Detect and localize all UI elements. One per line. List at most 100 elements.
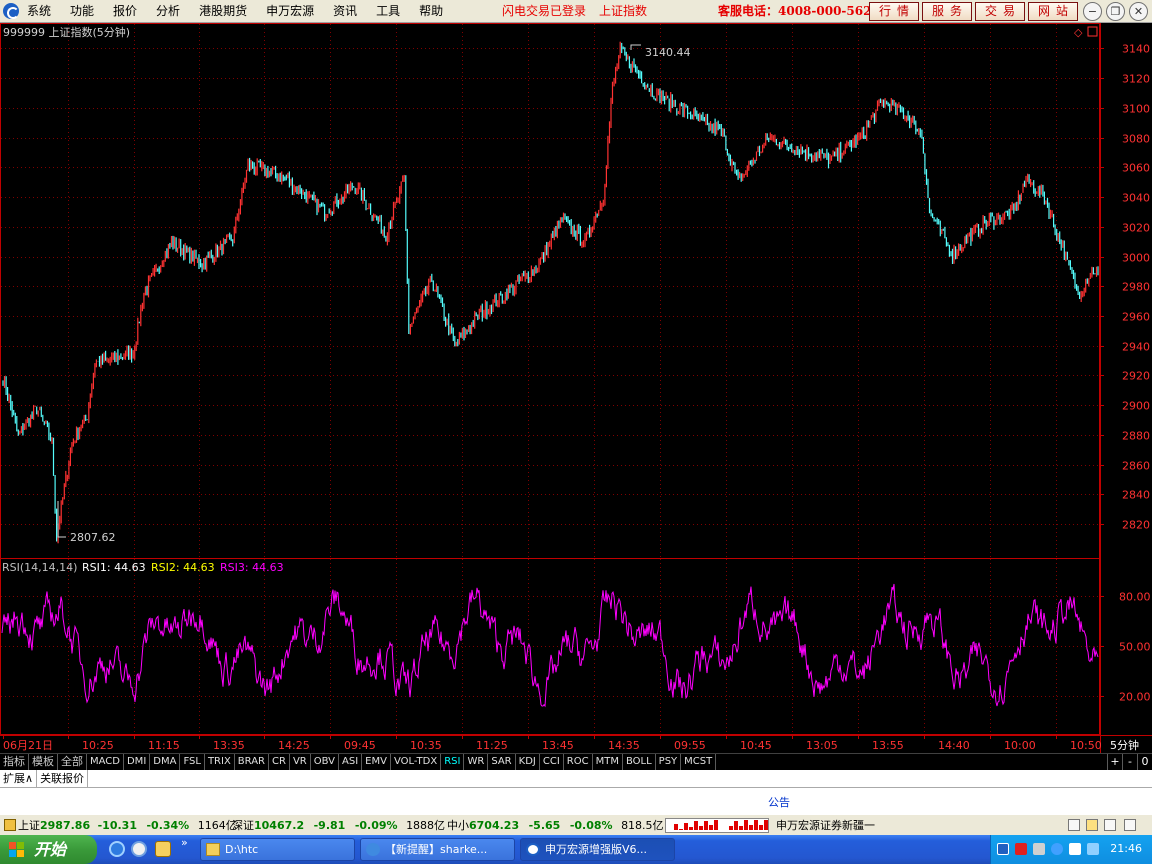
quick-buttons: 行情 服务 交易 网站 [869, 2, 1081, 21]
menu-functions[interactable]: 功能 [70, 3, 94, 19]
tray-shield-icon[interactable] [1051, 843, 1063, 855]
current-index-label: 上证指数 [599, 4, 648, 18]
tab-rsi[interactable]: RSI [441, 754, 465, 770]
window-icon[interactable] [1068, 819, 1080, 831]
tab-mtm[interactable]: MTM [593, 754, 623, 770]
menu-news[interactable]: 资讯 [333, 3, 357, 19]
tray-app-icon[interactable] [1015, 843, 1027, 855]
tab-fsl[interactable]: FSL [180, 754, 205, 770]
tray-wifi-icon[interactable] [1087, 843, 1099, 855]
chart-menu-icon[interactable]: ◇ [1074, 26, 1083, 39]
task-folder-label: D:\htc [225, 843, 259, 856]
tab-macd[interactable]: MACD [87, 754, 124, 770]
menu-tools[interactable]: 工具 [376, 3, 400, 19]
sh-index-quote[interactable]: 上证2987.86 -10.31 -0.34% 1164亿 [18, 818, 237, 833]
task-browser[interactable]: 【新提醒】sharke... [360, 838, 515, 861]
menu-quotes[interactable]: 报价 [113, 3, 137, 19]
chart-maximize-icon[interactable] [1087, 26, 1098, 37]
rsi-line [1, 583, 1099, 708]
menu-bar: 系统 功能 报价 分析 港股期货 申万宏源 资讯 工具 帮助 闪电交易已登录 上… [0, 0, 1152, 23]
signal-icon[interactable] [1086, 819, 1098, 831]
app-shortcut-icon[interactable] [155, 841, 171, 857]
tab-asi[interactable]: ASI [339, 754, 363, 770]
price-tick-label: 3120 [1122, 73, 1150, 86]
menu-help[interactable]: 帮助 [419, 3, 443, 19]
start-button[interactable]: 开始 [0, 835, 97, 864]
menu-broker[interactable]: 申万宏源 [266, 3, 314, 19]
menu-hk-futures[interactable]: 港股期货 [199, 3, 247, 19]
trade-button[interactable]: 交易 [975, 2, 1025, 21]
market-button[interactable]: 行情 [869, 2, 919, 21]
zoom-out-button[interactable]: - [1122, 754, 1137, 770]
tab-mcst[interactable]: MCST [681, 754, 717, 770]
broker-server-label[interactable]: 申万宏源证券新疆一 [776, 818, 875, 833]
app-logo-icon[interactable] [3, 3, 19, 19]
browser-icon[interactable] [131, 841, 147, 857]
tab-emv[interactable]: EMV [362, 754, 391, 770]
ie-icon[interactable] [109, 841, 125, 857]
tab--[interactable]: 模板 [29, 754, 58, 770]
price-tick-label: 3000 [1122, 252, 1150, 265]
low-marker: 2807.62 [57, 501, 116, 544]
kline-chart[interactable]: 2820 2840 2860 2880 2900 2920 2940 2960 2980 3000… [0, 23, 1152, 753]
rsi1-value: RSI1: 44.63 [82, 561, 146, 574]
chart-area[interactable]: 2820 2840 2860 2880 2900 2920 2940 2960 2980 3000… [0, 23, 1152, 753]
tab-cci[interactable]: CCI [540, 754, 564, 770]
tab-trix[interactable]: TRIX [205, 754, 235, 770]
indicator-tabs: 指标 模板 全部 MACD DMI DMA FSL TRIX BRAR CR VR OBV ASI EMV… [0, 753, 1152, 770]
menu-analysis[interactable]: 分析 [156, 3, 180, 19]
more-shortcuts-icon[interactable]: » [181, 836, 188, 849]
restore-icon[interactable]: ❐ [1106, 2, 1125, 21]
zoom-in-button[interactable]: + [1107, 754, 1122, 770]
related-quotes-tab[interactable]: 关联报价 [37, 770, 89, 787]
website-button[interactable]: 网站 [1028, 2, 1078, 21]
task-trading-app[interactable]: 申万宏源增强版V6... [520, 838, 675, 861]
sz-index-quote[interactable]: 深证10467.2 -9.81 -0.09% 1888亿 [232, 818, 445, 833]
tab-dma[interactable]: DMA [150, 754, 181, 770]
menu-items: 系统 功能 报价 分析 港股期货 申万宏源 资讯 工具 帮助 [27, 3, 462, 19]
tab-roc[interactable]: ROC [564, 754, 593, 770]
tab-cr[interactable]: CR [269, 754, 290, 770]
tab-psy[interactable]: PSY [656, 754, 682, 770]
rsi3-value: RSI3: 44.63 [220, 561, 284, 574]
notice-title[interactable]: 公告 [768, 794, 790, 810]
price-tick-label: 2980 [1122, 281, 1150, 294]
notice-panel: 公告 [0, 788, 1152, 814]
period-label[interactable]: 5分钟 [1110, 738, 1139, 752]
reset-button[interactable]: 0 [1137, 754, 1152, 770]
time-tick-label: 13:35 [213, 739, 245, 752]
price-tick-label: 2880 [1122, 430, 1150, 443]
expand-toggle[interactable]: 扩展∧ [0, 770, 38, 787]
sme-index-quote[interactable]: 中小6704.23 -5.65 -0.08% 818.5亿 [447, 818, 664, 833]
time-tick-label: 09:55 [674, 739, 706, 752]
tools-icon[interactable] [1124, 819, 1136, 831]
tab-kdj[interactable]: KDJ [516, 754, 540, 770]
minimize-icon[interactable]: − [1083, 2, 1102, 21]
tab-dmi[interactable]: DMI [124, 754, 151, 770]
close-icon[interactable]: ✕ [1129, 2, 1148, 21]
tab-brar[interactable]: BRAR [235, 754, 269, 770]
browser-task-icon [366, 843, 380, 856]
time-tick-label: 10:35 [410, 739, 442, 752]
tab-boll[interactable]: BOLL [623, 754, 656, 770]
task-folder[interactable]: D:\htc [200, 838, 355, 861]
tab-vol-tdx[interactable]: VOL-TDX [391, 754, 442, 770]
menu-system[interactable]: 系统 [27, 3, 51, 19]
folder-icon [206, 843, 220, 856]
tab-sar[interactable]: SAR [488, 754, 516, 770]
tab--[interactable]: 指标 [0, 754, 29, 770]
tab-vr[interactable]: VR [290, 754, 311, 770]
rsi-params: RSI(14,14,14) [2, 561, 77, 574]
status-lock-icon[interactable] [4, 819, 16, 831]
time-axis: 06月21日 10:25 11:15 13:35 14:25 09:45 10:35 11:2… [3, 735, 1102, 752]
time-tick-label: 09:45 [344, 739, 376, 752]
service-button[interactable]: 服务 [922, 2, 972, 21]
tab--[interactable]: 全部 [58, 754, 87, 770]
tab-wr[interactable]: WR [464, 754, 489, 770]
tray-network-icon[interactable] [1069, 843, 1081, 855]
tray-sound-icon[interactable] [1033, 843, 1045, 855]
tray-arrow-icon[interactable] [997, 843, 1009, 855]
grid-icon[interactable] [1104, 819, 1116, 831]
tab-obv[interactable]: OBV [311, 754, 339, 770]
rsi-axis: 20.00 50.00 80.00 [1100, 591, 1151, 704]
